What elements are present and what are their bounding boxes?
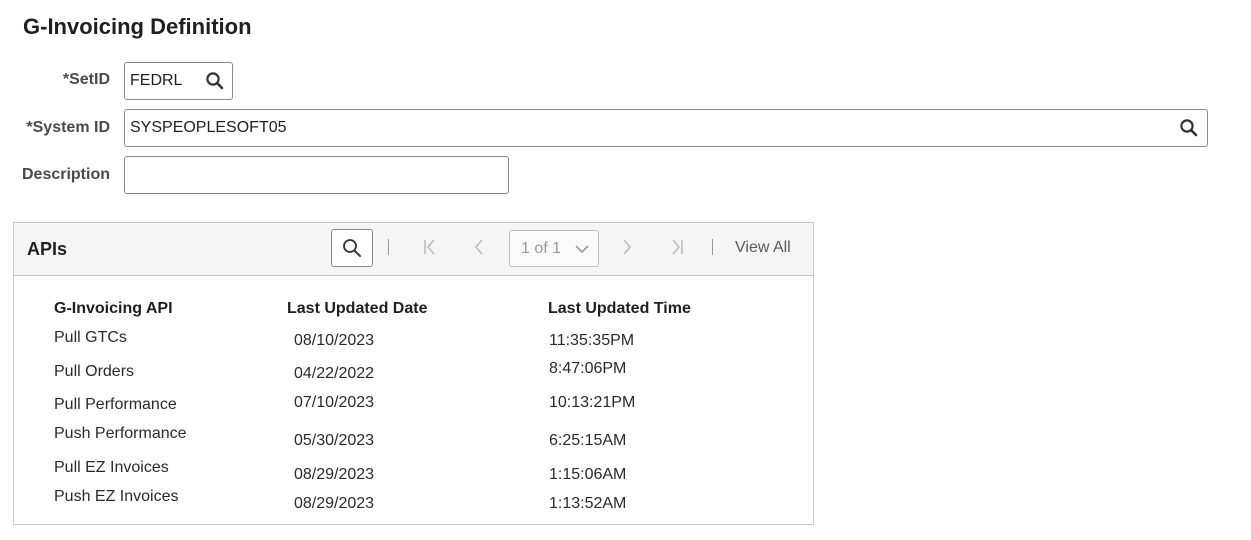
- time-cell: 11:35:35PM: [549, 332, 635, 349]
- search-icon: [1180, 119, 1198, 137]
- view-all-link[interactable]: View All: [735, 239, 791, 257]
- chevron-left-icon: [474, 239, 483, 255]
- first-page-button[interactable]: [419, 236, 441, 258]
- setid-label: *SetID: [62, 71, 110, 88]
- date-cell: 08/10/2023: [294, 332, 375, 349]
- time-cell: 1:13:52AM: [549, 495, 627, 512]
- api-name-cell: Pull Orders: [54, 363, 135, 380]
- time-cell: 10:13:21PM: [549, 394, 636, 411]
- date-cell: 08/29/2023: [294, 466, 375, 483]
- last-page-button[interactable]: [666, 236, 688, 258]
- date-cell: 07/10/2023: [294, 394, 375, 411]
- page-title: G-Invoicing Definition: [23, 14, 252, 39]
- setid-field[interactable]: FEDRL: [124, 62, 233, 100]
- date-cell: 05/30/2023: [294, 432, 375, 449]
- api-name-cell: Pull EZ Invoices: [54, 459, 169, 476]
- api-name-cell: Push Performance: [54, 425, 187, 442]
- api-name-cell: Push EZ Invoices: [54, 488, 179, 505]
- time-cell: 8:47:06PM: [549, 360, 627, 377]
- toolbar-separator: [388, 239, 389, 255]
- column-header-api: G-Invoicing API: [54, 300, 173, 317]
- page-select[interactable]: 1 of 1: [509, 230, 599, 267]
- time-cell: 6:25:15AM: [549, 432, 627, 449]
- date-cell: 04/22/2022: [294, 365, 375, 382]
- page-select-value: 1 of 1: [521, 240, 562, 257]
- description-field[interactable]: [124, 156, 509, 194]
- column-header-time: Last Updated Time: [548, 300, 691, 317]
- apis-grid-title: APIs: [27, 239, 68, 259]
- system-id-field[interactable]: SYSPEOPLESOFT05: [124, 109, 1208, 147]
- description-label: Description: [21, 166, 110, 183]
- system-id-lookup-button[interactable]: [1179, 118, 1199, 138]
- chevron-right-icon: [623, 239, 632, 255]
- search-icon: [343, 239, 361, 257]
- apis-grid-header: APIs 1 of 1 View All: [14, 223, 813, 276]
- api-name-cell: Pull GTCs: [54, 329, 127, 346]
- first-page-icon: [424, 239, 435, 255]
- time-cell: 1:15:06AM: [549, 466, 627, 483]
- chevron-down-icon: [575, 245, 589, 254]
- column-header-date: Last Updated Date: [287, 300, 428, 317]
- system-id-value: SYSPEOPLESOFT05: [130, 119, 287, 136]
- apis-grid: APIs 1 of 1 View All G-Invoicing API Las…: [13, 222, 814, 525]
- system-id-label: *System ID: [26, 119, 110, 136]
- last-page-icon: [672, 239, 683, 255]
- next-page-button[interactable]: [616, 236, 638, 258]
- date-cell: 08/29/2023: [294, 495, 375, 512]
- search-icon: [206, 72, 224, 90]
- prev-page-button[interactable]: [468, 236, 490, 258]
- setid-lookup-button[interactable]: [205, 71, 225, 91]
- toolbar-separator: [712, 239, 713, 255]
- grid-search-button[interactable]: [331, 229, 373, 267]
- api-name-cell: Pull Performance: [54, 396, 177, 413]
- setid-value: FEDRL: [130, 72, 183, 89]
